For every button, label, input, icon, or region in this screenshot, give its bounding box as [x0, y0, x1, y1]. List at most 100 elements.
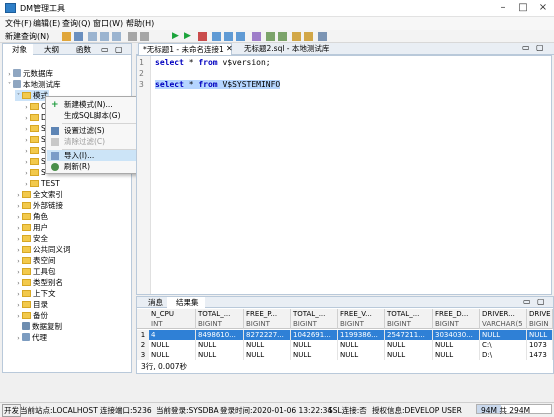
indent-icon[interactable]	[292, 32, 301, 41]
table-cell[interactable]: 1073	[527, 340, 553, 350]
maximize-button[interactable]: □	[516, 2, 530, 14]
tab-outline[interactable]: 大纲	[35, 44, 65, 55]
column-header[interactable]: TOTAL_... BIGINT	[291, 309, 338, 329]
table-cell[interactable]: NULL	[480, 330, 527, 340]
tree-node-agent[interactable]: › 代理	[15, 332, 47, 343]
menu-window[interactable]: 窗口(W)	[93, 18, 123, 29]
table-cell[interactable]: NULL	[291, 340, 338, 350]
rollback-icon[interactable]	[236, 32, 245, 41]
tree-node-directory[interactable]: › 目录	[15, 299, 48, 310]
minimize-results-icon[interactable]: ▭	[523, 297, 531, 306]
tree-node-schema-child[interactable]: › S	[23, 145, 45, 156]
table-cell[interactable]: 4	[149, 330, 196, 340]
tree-node-users[interactable]: › 用户	[15, 222, 48, 233]
menu-help[interactable]: 帮助(H)	[126, 18, 154, 29]
run-selected-icon[interactable]: ▶	[184, 32, 193, 41]
tab-untitled-1[interactable]: *无标题1 - 未命名连接1	[138, 43, 232, 55]
table-cell[interactable]: NULL	[385, 340, 433, 350]
tree-node-toolkit[interactable]: › 工具包	[15, 266, 55, 277]
table-cell[interactable]: 2547211...	[385, 330, 433, 340]
maximize-editor-icon[interactable]: ▢	[536, 43, 544, 52]
redo-icon[interactable]	[140, 32, 149, 41]
tree-node-schema-child[interactable]: › S	[23, 167, 45, 178]
table-cell[interactable]: 1042691...	[291, 330, 338, 340]
tab-messages[interactable]: 消息	[139, 297, 167, 308]
tree-node-local-test-db[interactable]: ˅ 本地测试库	[6, 79, 61, 90]
table-cell[interactable]: NULL	[385, 350, 433, 360]
run-icon[interactable]: ▶	[172, 32, 181, 41]
history-icon[interactable]	[318, 32, 327, 41]
table-cell[interactable]: NULL	[149, 350, 196, 360]
minimize-button[interactable]: –	[496, 2, 510, 14]
table-cell[interactable]: NULL	[527, 330, 553, 340]
close-tab-icon[interactable]: ✕	[226, 44, 233, 53]
tree-node-schema-child[interactable]: › C	[23, 101, 46, 112]
column-header[interactable]: DRIVE BIGIN	[527, 309, 553, 329]
column-header[interactable]: FREE_P... BIGINT	[244, 309, 291, 329]
cut-icon[interactable]	[88, 32, 97, 41]
outdent-icon[interactable]	[304, 32, 313, 41]
table-cell[interactable]: NULL	[196, 340, 244, 350]
table-cell[interactable]: NULL	[244, 340, 291, 350]
table-cell[interactable]: NULL	[196, 350, 244, 360]
tree-node-context[interactable]: › 上下文	[15, 288, 55, 299]
table-cell[interactable]: 8498610...	[196, 330, 244, 340]
minimize-editor-icon[interactable]: ▭	[522, 43, 530, 52]
tree-node-metadata-db[interactable]: › 元数据库	[6, 68, 53, 79]
explain-icon[interactable]	[212, 32, 221, 41]
column-header[interactable]: TOTAL_... BIGINT	[385, 309, 433, 329]
tree-node-schema[interactable]: ˅ 模式	[15, 90, 49, 101]
tree-node-tablespace[interactable]: › 表空间	[15, 255, 55, 266]
table-cell[interactable]: C:\	[480, 340, 527, 350]
menu-file[interactable]: 文件(F)	[5, 18, 32, 29]
stop-icon[interactable]	[198, 32, 207, 41]
save-icon[interactable]	[74, 32, 83, 41]
table-cell[interactable]: NULL	[338, 340, 385, 350]
tree-node-test[interactable]: › TEST	[23, 178, 59, 189]
table-cell[interactable]: 1199386...	[338, 330, 385, 340]
table-cell[interactable]: 1473	[527, 350, 553, 360]
tree-node-external-link[interactable]: › 外部链接	[15, 200, 63, 211]
tree-node-backup[interactable]: › 备份	[15, 310, 48, 321]
column-header[interactable]: DRIVER... VARCHAR(5	[480, 309, 527, 329]
table-cell[interactable]: NULL	[244, 350, 291, 360]
tree-node-schema-child[interactable]: › D	[23, 112, 46, 123]
tree-node-type-alias[interactable]: › 类型别名	[15, 277, 63, 288]
paste-icon[interactable]	[112, 32, 121, 41]
column-header[interactable]: FREE_D... BIGINT	[433, 309, 480, 329]
menu-query[interactable]: 查询(Q)	[62, 18, 91, 29]
tab-result-set[interactable]: 结果集	[167, 297, 205, 308]
copy-icon[interactable]	[100, 32, 109, 41]
table-cell[interactable]: D:\	[480, 350, 527, 360]
table-cell[interactable]: NULL	[433, 340, 480, 350]
table-cell[interactable]: NULL	[338, 350, 385, 360]
tree-node-fulltext-index[interactable]: › 全文索引	[15, 189, 63, 200]
minimize-panel-icon[interactable]: ▭	[101, 45, 109, 54]
tree-node-schema-child[interactable]: › S	[23, 156, 45, 167]
open-icon[interactable]	[62, 32, 71, 41]
tree-node-schema-child[interactable]: › S	[23, 123, 45, 134]
comment-icon[interactable]	[266, 32, 275, 41]
column-header[interactable]: N_CPU INT	[149, 309, 196, 329]
undo-icon[interactable]	[128, 32, 137, 41]
new-query-button[interactable]: 新建查询(N)	[5, 31, 49, 42]
table-row[interactable]: 3 NULL NULL NULL NULL NULL NULL NULL D:\…	[137, 350, 553, 360]
format-icon[interactable]	[252, 32, 261, 41]
tab-functions[interactable]: 函数	[67, 44, 97, 55]
memory-indicator[interactable]: 94M 共 294M	[476, 404, 552, 415]
table-cell[interactable]: 8272227...	[244, 330, 291, 340]
menu-edit[interactable]: 编辑(E)	[33, 18, 60, 29]
table-cell[interactable]: NULL	[149, 340, 196, 350]
tree-node-data-replication[interactable]: 数据复制	[15, 321, 62, 332]
maximize-results-icon[interactable]: ▢	[537, 297, 545, 306]
column-header[interactable]: TOTAL_... BIGINT	[196, 309, 244, 329]
maximize-panel-icon[interactable]: ▢	[115, 45, 123, 54]
column-header[interactable]: FREE_V... BIGINT	[338, 309, 385, 329]
tab-objects[interactable]: 对象	[3, 44, 33, 55]
table-row[interactable]: 1 4 8498610... 8272227... 1042691... 119…	[137, 330, 553, 340]
tree-node-schema-child[interactable]: › S	[23, 134, 45, 145]
tab-untitled-2[interactable]: 无标题2.sql - 本地测试库	[240, 43, 344, 55]
commit-icon[interactable]	[224, 32, 233, 41]
table-cell[interactable]: 3034030...	[433, 330, 480, 340]
tree-node-security[interactable]: › 安全	[15, 233, 48, 244]
